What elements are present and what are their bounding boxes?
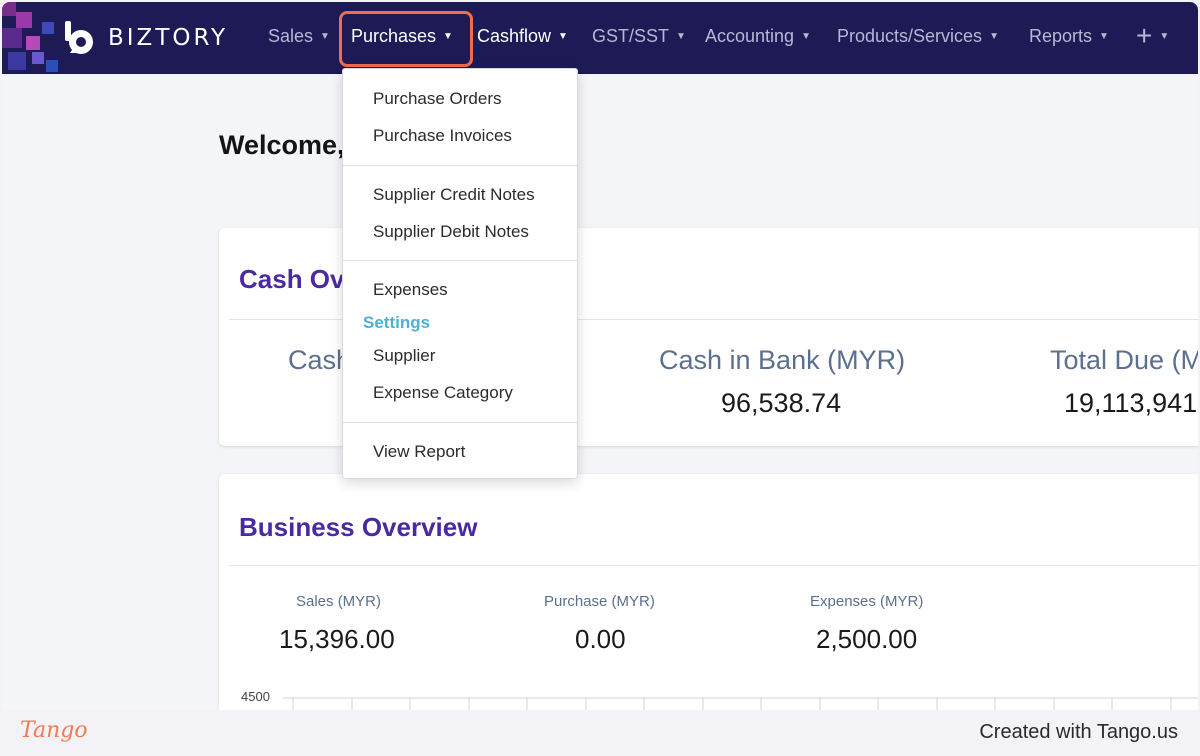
business-overview-title: Business Overview [239, 512, 478, 542]
total-due-value: 19,113,941 [1064, 388, 1198, 418]
nav-cashflow[interactable]: Cashflow ▼ [477, 26, 568, 47]
nav-sales[interactable]: Sales ▼ [268, 26, 330, 47]
nav-add[interactable]: + ▼ [1136, 20, 1169, 52]
menu-item-expense-category[interactable]: Expense Category [373, 383, 513, 403]
menu-header-settings: Settings [363, 313, 431, 332]
brand-name: BIZTORY [108, 25, 229, 51]
menu-divider [343, 260, 577, 261]
nav-gst-sst-label: GST/SST [592, 26, 670, 46]
brand-logo[interactable]: BIZTORY [62, 20, 228, 56]
cash-in-bank-label: Cash in Bank (MYR) [659, 345, 906, 375]
tango-frame: BIZTORY Sales ▼ Purchases ▼ Cashflow ▼ GST/… [0, 0, 1200, 756]
chart-grid [283, 697, 1198, 710]
top-navbar: BIZTORY Sales ▼ Purchases ▼ Cashflow ▼ GST/… [2, 2, 1198, 74]
nav-accounting-label: Accounting [705, 26, 795, 46]
menu-item-supplier-credit-notes[interactable]: Supplier Credit Notes [373, 185, 535, 205]
purchase-value: 0.00 [575, 624, 626, 654]
menu-divider [343, 422, 577, 423]
biztory-logo-icon [62, 20, 100, 56]
expenses-value: 2,500.00 [816, 624, 918, 654]
chevron-down-icon: ▼ [1099, 31, 1109, 42]
nav-reports-label: Reports [1029, 26, 1093, 46]
tango-logo: Tango [20, 718, 88, 743]
total-due-label: Total Due (M [1050, 345, 1198, 375]
business-overview-card: Business Overview Sales (MYR) 15,396.00 … [219, 474, 1198, 710]
welcome-heading: Welcome, [219, 130, 345, 160]
chart-y-tick: 4500 [241, 689, 270, 704]
card-divider [229, 565, 1198, 566]
tango-credit-text: Created with Tango.us [979, 721, 1178, 743]
nav-reports[interactable]: Reports ▼ [1029, 26, 1109, 47]
cash-in-bank-value: 96,538.74 [721, 388, 842, 418]
nav-gst-sst[interactable]: GST/SST ▼ [592, 26, 686, 47]
nav-products-services[interactable]: Products/Services ▼ [837, 26, 999, 47]
nav-products-services-label: Products/Services [837, 26, 983, 46]
nav-sales-label: Sales [268, 26, 314, 46]
purchases-highlight-box [339, 11, 473, 67]
menu-item-supplier[interactable]: Supplier [373, 346, 435, 366]
menu-divider [343, 165, 577, 166]
chevron-down-icon: ▼ [989, 31, 999, 42]
purchases-dropdown-menu: Purchase Orders Purchase Invoices Suppli… [342, 68, 578, 479]
menu-item-view-report[interactable]: View Report [373, 442, 465, 462]
purchase-label: Purchase (MYR) [544, 593, 655, 610]
menu-item-supplier-debit-notes[interactable]: Supplier Debit Notes [373, 222, 529, 242]
chevron-down-icon: ▼ [320, 31, 330, 42]
menu-item-expenses[interactable]: Expenses [373, 280, 448, 300]
nav-cashflow-label: Cashflow [477, 26, 552, 46]
chevron-down-icon: ▼ [558, 31, 568, 42]
plus-icon: + [1136, 20, 1153, 51]
chevron-down-icon: ▼ [801, 31, 811, 42]
chevron-down-icon: ▼ [676, 31, 686, 42]
sales-label: Sales (MYR) [296, 593, 382, 610]
nav-accounting[interactable]: Accounting ▼ [705, 26, 811, 47]
menu-item-purchase-orders[interactable]: Purchase Orders [373, 89, 502, 109]
menu-item-purchase-invoices[interactable]: Purchase Invoices [373, 126, 512, 146]
expenses-label: Expenses (MYR) [810, 593, 924, 610]
app-window: BIZTORY Sales ▼ Purchases ▼ Cashflow ▼ GST/… [2, 2, 1198, 710]
chevron-down-icon: ▼ [1159, 31, 1170, 42]
sales-value: 15,396.00 [279, 624, 395, 654]
cash-overview-title: Cash Ov [239, 264, 345, 294]
